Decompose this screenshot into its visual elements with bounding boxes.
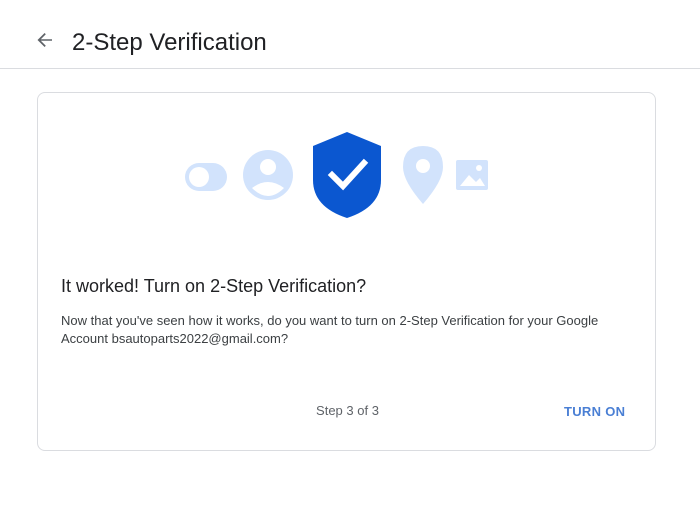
shield-check-icon: [313, 132, 381, 218]
verification-card: It worked! Turn on 2-Step Verification? …: [37, 92, 656, 451]
card-description: Now that you've seen how it works, do yo…: [61, 313, 599, 346]
image-icon: [456, 160, 488, 190]
arrow-left-icon: [35, 30, 55, 55]
turn-on-button[interactable]: TURN ON: [556, 397, 633, 425]
account-icon: [243, 150, 293, 200]
toggle-icon: [185, 163, 227, 191]
card-title: It worked! Turn on 2-Step Verification?: [61, 276, 367, 296]
page-title: 2-Step Verification: [72, 29, 267, 56]
illustration: [38, 93, 657, 253]
app-header: 2-Step Verification: [0, 0, 700, 69]
back-button[interactable]: [30, 27, 60, 57]
location-pin-icon: [403, 146, 443, 204]
